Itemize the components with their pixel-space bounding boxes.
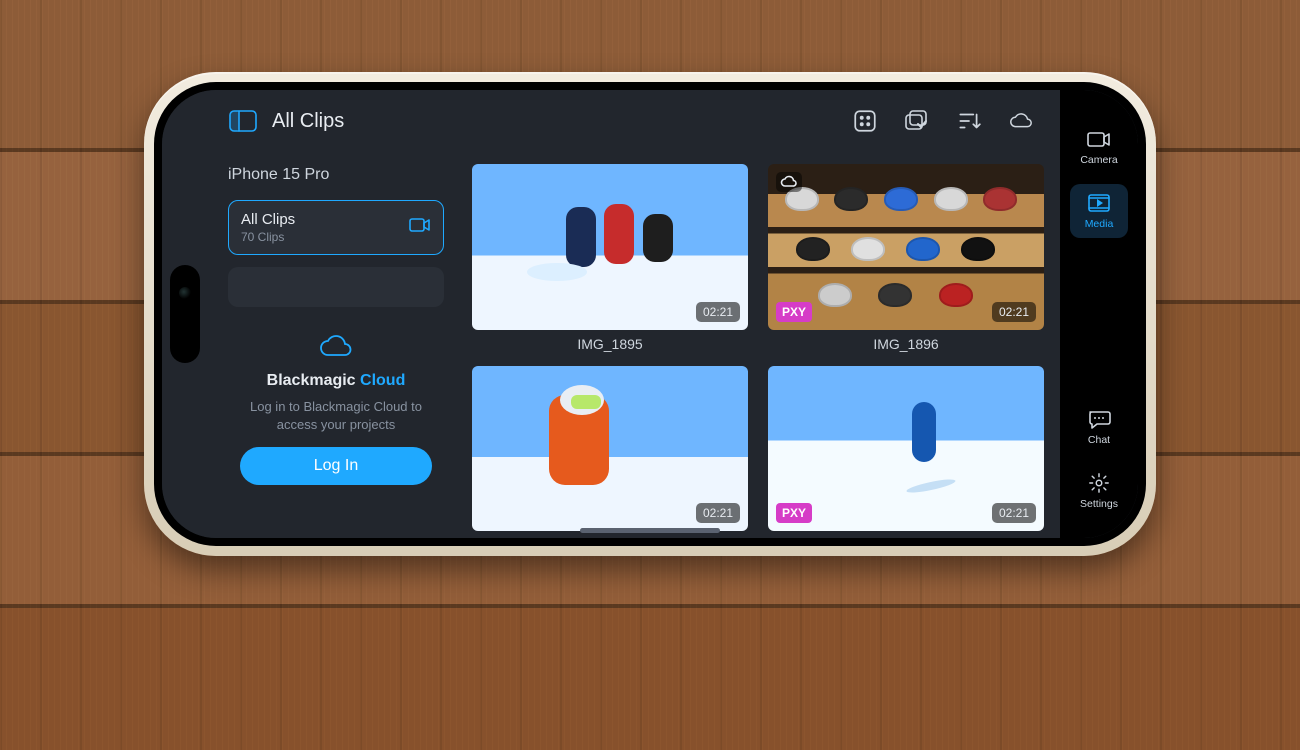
login-button[interactable]: Log In (240, 447, 432, 485)
app-screen: All Clips (162, 90, 1138, 538)
clip-name: IMG_1895 (472, 336, 748, 352)
cloud-icon (318, 333, 354, 364)
phone-frame: All Clips (144, 72, 1156, 556)
clip-thumbnail[interactable]: PXY 02:21 (768, 164, 1044, 330)
right-rail: Camera Media Chat Settings (1060, 90, 1138, 538)
cloud-badge-icon (776, 172, 802, 192)
cloud-brand-b: Cloud (360, 372, 405, 389)
app-body: iPhone 15 Pro All Clips 70 Clips (162, 152, 1060, 538)
clip-duration: 02:21 (992, 302, 1036, 322)
proxy-badge: PXY (776, 503, 812, 523)
rail-chat[interactable]: Chat (1070, 400, 1128, 454)
camera-icon (409, 216, 431, 239)
rail-label: Chat (1088, 434, 1110, 446)
device-name: iPhone 15 Pro (228, 166, 444, 184)
clip-duration: 02:21 (696, 302, 740, 322)
rail-label: Camera (1080, 154, 1117, 166)
clip-item: 02:21 IMG_1897 (472, 366, 748, 538)
top-actions (850, 106, 1036, 136)
sidebar-placeholder (228, 267, 444, 307)
clip-item: PXY 02:21 IMG_1898 (768, 366, 1044, 538)
sort-icon[interactable] (954, 106, 984, 136)
clip-grid-scroll[interactable]: 02:21 IMG_1895 (462, 152, 1060, 538)
proxy-label: PXY (782, 506, 806, 520)
rail-label: Media (1085, 218, 1114, 230)
rail-media[interactable]: Media (1070, 184, 1128, 238)
proxy-badge: PXY (776, 302, 812, 322)
clip-thumbnail[interactable]: PXY 02:21 (768, 366, 1044, 532)
proxy-label: PXY (782, 305, 806, 319)
cloud-subtitle: Log in to Blackmagic Cloud to access you… (240, 398, 432, 433)
select-clips-icon[interactable] (902, 106, 932, 136)
clip-thumbnail[interactable]: 02:21 (472, 164, 748, 330)
rail-settings[interactable]: Settings (1070, 464, 1128, 518)
cloud-sync-icon[interactable] (1006, 106, 1036, 136)
clip-item: PXY 02:21 IMG_1896 (768, 164, 1044, 352)
home-indicator[interactable] (580, 528, 720, 533)
cloud-brand: Blackmagic Cloud (267, 372, 406, 390)
clip-item: 02:21 IMG_1895 (472, 164, 748, 352)
dynamic-island (170, 265, 200, 363)
clip-thumbnail[interactable]: 02:21 (472, 366, 748, 532)
cloud-brand-a: Blackmagic (267, 372, 360, 389)
clip-duration: 02:21 (696, 503, 740, 523)
grid-view-icon[interactable] (850, 106, 880, 136)
sidebar: iPhone 15 Pro All Clips 70 Clips (162, 152, 462, 538)
page-title: All Clips (272, 110, 836, 133)
rail-label: Settings (1080, 498, 1118, 510)
top-bar: All Clips (162, 90, 1060, 152)
app-main: All Clips (162, 90, 1060, 538)
sidebar-toggle-icon[interactable] (228, 106, 258, 136)
clip-filter-all[interactable]: All Clips 70 Clips (228, 200, 444, 255)
clip-duration: 02:21 (992, 503, 1036, 523)
clip-grid: 02:21 IMG_1895 (472, 164, 1044, 538)
clip-name: IMG_1897 (472, 537, 748, 538)
clip-name: IMG_1896 (768, 336, 1044, 352)
rail-camera[interactable]: Camera (1070, 120, 1128, 174)
phone-bezel: All Clips (154, 82, 1146, 546)
cloud-login-card: Blackmagic Cloud Log in to Blackmagic Cl… (228, 319, 444, 497)
clip-filter-count: 70 Clips (241, 230, 399, 244)
clip-filter-title: All Clips (241, 211, 399, 228)
clip-name: IMG_1898 (768, 537, 1044, 538)
